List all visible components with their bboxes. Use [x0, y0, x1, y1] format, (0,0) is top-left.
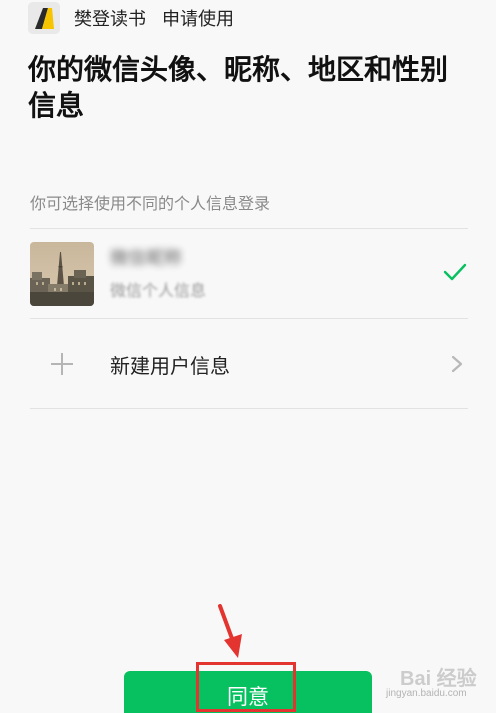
profile-name: 微信昵称: [110, 247, 182, 269]
agree-button-label: 同意: [227, 685, 269, 709]
agree-button[interactable]: 同意: [124, 671, 372, 713]
divider: [30, 318, 468, 319]
app-logo-icon: [28, 2, 60, 34]
watermark-main: Bai 经验: [400, 668, 477, 690]
authorization-page: 樊登读书 申请使用 你的微信头像、昵称、地区和性别信息 你可选择使用不同的个人信…: [0, 0, 496, 713]
hint-text: 你可选择使用不同的个人信息登录: [30, 194, 271, 213]
watermark-sub: jingyan.baidu.com: [386, 688, 467, 699]
plus-icon: [30, 332, 94, 396]
profile-text: 微信昵称 微信个人信息: [110, 247, 206, 301]
app-header: 樊登读书 申请使用: [28, 2, 234, 34]
new-user-label: 新建用户信息: [110, 353, 230, 378]
new-user-option[interactable]: 新建用户信息: [30, 320, 468, 408]
checkmark-icon: [443, 263, 467, 281]
profile-subtitle: 微信个人信息: [110, 280, 207, 300]
annotation-arrow: [218, 604, 242, 658]
avatar: [30, 241, 94, 306]
profile-option[interactable]: 微信昵称 微信个人信息: [30, 229, 468, 318]
request-text: 申请使用: [162, 9, 234, 30]
chevron-right-icon: [451, 355, 463, 373]
app-name: 樊登读书: [74, 9, 146, 30]
baidu-watermark: Bai 经验 jingyan.baidu.com: [386, 660, 492, 704]
page-title: 你的微信头像、昵称、地区和性别信息: [28, 53, 449, 122]
divider: [30, 408, 468, 409]
